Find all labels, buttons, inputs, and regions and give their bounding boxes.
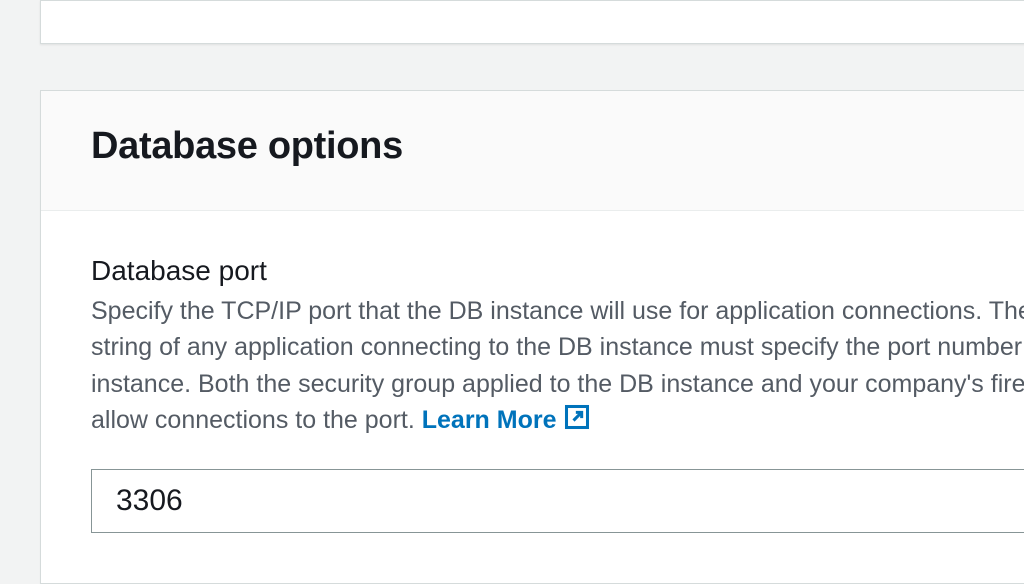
section-title: Database options bbox=[91, 125, 1024, 168]
database-port-description: Specify the TCP/IP port that the DB inst… bbox=[91, 293, 1024, 441]
database-port-label: Database port bbox=[91, 255, 1024, 287]
panel-body: Database port Specify the TCP/IP port th… bbox=[41, 211, 1024, 583]
panel-header: Database options bbox=[41, 91, 1024, 211]
database-options-panel: Database options Database port Specify t… bbox=[40, 90, 1024, 584]
learn-more-text: Learn More bbox=[422, 406, 557, 434]
database-port-input[interactable] bbox=[91, 469, 1024, 533]
external-link-icon bbox=[563, 403, 591, 441]
previous-panel bbox=[40, 0, 1024, 44]
learn-more-link[interactable]: Learn More bbox=[422, 406, 591, 434]
